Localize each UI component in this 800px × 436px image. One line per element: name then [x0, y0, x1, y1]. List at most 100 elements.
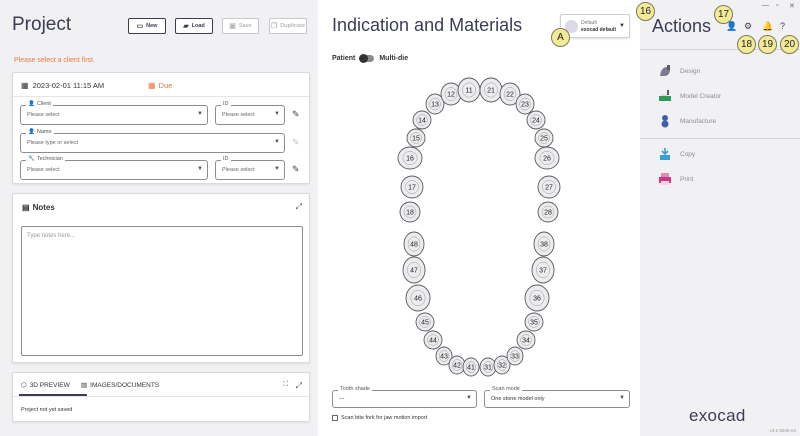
tooth-47[interactable]: 47: [402, 256, 426, 284]
tooth-44[interactable]: 44: [423, 330, 443, 350]
chevron-down-icon: ▼: [197, 111, 203, 117]
tooth-34[interactable]: 34: [516, 330, 536, 350]
tooth-41[interactable]: 41: [462, 357, 480, 377]
tooth-number: 11: [465, 88, 472, 95]
tooth-35[interactable]: 35: [524, 312, 544, 332]
edit-client-icon[interactable]: ✎: [292, 109, 300, 120]
tab-images-documents[interactable]: ▨ IMAGES/DOCUMENTS: [81, 381, 159, 390]
chevron-down-icon: ▼: [274, 111, 280, 117]
edit-name-icon[interactable]: ✎: [292, 137, 300, 148]
duplicate-button[interactable]: ❐ Duplicate: [269, 18, 307, 34]
tooth-46[interactable]: 46: [405, 284, 431, 312]
minimize-icon[interactable]: —: [762, 2, 769, 9]
gear-icon[interactable]: ⚙: [744, 21, 752, 32]
project-title: Project: [12, 14, 72, 35]
tooth-shade-select[interactable]: Tooth shade --- ▼: [332, 386, 477, 408]
manufacture-button[interactable]: Manufacture: [658, 114, 716, 128]
bite-fork-checkbox[interactable]: [332, 415, 338, 421]
patient-multidie-toggle[interactable]: [359, 54, 375, 63]
model-creator-button[interactable]: Model Creator: [658, 89, 721, 103]
duplicate-icon: ❐: [270, 23, 278, 30]
tooth-number: 21: [487, 88, 495, 95]
client-warning: Please select a client first.: [14, 57, 95, 64]
bite-fork-label: Scan bite fork for jaw motion import: [341, 415, 428, 421]
material-preset-select[interactable]: Default exocad default ▼: [560, 14, 630, 38]
calendar-icon: ▦: [21, 81, 29, 90]
name-select[interactable]: 👤 Name Please type or select ▼: [20, 129, 285, 153]
tooth-number: 45: [421, 320, 429, 327]
tooth-number: 23: [521, 102, 529, 109]
multi-die-label: Multi-die: [379, 55, 409, 62]
edit-technician-icon[interactable]: ✎: [292, 164, 300, 175]
tooth-48[interactable]: 48: [403, 231, 425, 257]
chevron-down-icon: ▼: [274, 166, 280, 172]
client-id-select[interactable]: ID Please select ▼: [215, 101, 285, 125]
indication-panel: Indication and Materials Default exocad …: [318, 0, 640, 436]
client-select[interactable]: 👤 Client Please select ▼: [20, 101, 208, 125]
tooth-18[interactable]: 18: [399, 201, 421, 223]
tooth-number: 37: [539, 268, 547, 275]
tooth-31[interactable]: 31: [479, 357, 497, 377]
tooth-14[interactable]: 14: [412, 110, 432, 130]
new-button[interactable]: ▭ New: [128, 18, 166, 34]
due-date-button[interactable]: ▦ Due: [148, 81, 172, 90]
technician-id-select[interactable]: ID Please select ▼: [215, 156, 285, 180]
design-button[interactable]: Design: [658, 64, 700, 78]
tooth-number: 14: [418, 118, 426, 125]
folder-icon: ▰: [183, 23, 189, 30]
tooth-number: 33: [511, 354, 519, 361]
callout-17: 17: [714, 5, 733, 24]
tooth-36[interactable]: 36: [524, 284, 550, 312]
technician-select[interactable]: 🔧 Technician Please select ▼: [20, 156, 208, 180]
tooth-45[interactable]: 45: [415, 312, 435, 332]
tooth-37[interactable]: 37: [531, 256, 555, 284]
tooth-12[interactable]: 12: [440, 82, 462, 106]
date-field[interactable]: ▦ 2023-02-01 11:15 AM: [21, 81, 104, 90]
expand-notes-icon[interactable]: ⤢: [296, 202, 302, 212]
tooth-28[interactable]: 28: [537, 201, 559, 223]
divider: [13, 396, 309, 397]
chevron-down-icon: ▼: [619, 395, 625, 401]
tooth-21[interactable]: 21: [479, 77, 503, 103]
tooth-24[interactable]: 24: [526, 110, 546, 130]
save-button[interactable]: ▣ Save: [222, 18, 259, 34]
copy-icon: [658, 147, 672, 161]
chevron-down-icon: ▼: [274, 139, 280, 145]
bell-icon[interactable]: 🔔: [762, 21, 773, 32]
preview-status: Project not yet saved: [21, 407, 73, 413]
tooth-23[interactable]: 23: [515, 93, 535, 115]
help-icon[interactable]: ?: [780, 21, 785, 31]
tooth-17[interactable]: 17: [400, 175, 424, 199]
chevron-down-icon: ▼: [197, 166, 203, 172]
load-button[interactable]: ▰ Load: [175, 18, 213, 34]
copy-button[interactable]: Copy: [658, 147, 695, 161]
tooth-11[interactable]: 11: [457, 77, 481, 103]
tooth-number: 36: [533, 296, 541, 303]
tooth-number: 32: [498, 363, 506, 370]
callout-16: 16: [636, 2, 655, 21]
tooth-number: 34: [522, 338, 530, 345]
tooth-number: 41: [467, 365, 475, 372]
tooth-number: 47: [410, 268, 418, 275]
tooth-33[interactable]: 33: [506, 346, 524, 366]
fullscreen-icon[interactable]: ⛶: [283, 381, 288, 389]
print-button[interactable]: Print: [658, 172, 693, 186]
notes-textarea[interactable]: Type notes here...: [21, 226, 303, 356]
tooth-number: 43: [440, 354, 448, 361]
expand-preview-icon[interactable]: ⤢: [296, 381, 302, 391]
tooth-16[interactable]: 16: [397, 146, 423, 170]
tooth-38[interactable]: 38: [533, 231, 555, 257]
callout-20: 20: [780, 35, 799, 54]
tooth-chart[interactable]: 18 17 16 15 14 13 12 11 21 22 23 24 25 26 27 28 48 47 46 45…: [318, 70, 640, 380]
tooth-27[interactable]: 27: [537, 175, 561, 199]
tooth-42[interactable]: 42: [448, 355, 466, 375]
person-icon: 👤: [28, 129, 35, 135]
maximize-icon[interactable]: ▫: [776, 2, 778, 9]
wrench-icon: 🔧: [28, 156, 35, 162]
tooth-15[interactable]: 15: [406, 128, 426, 148]
close-icon[interactable]: ✕: [789, 2, 795, 10]
tooth-26[interactable]: 26: [534, 146, 560, 170]
scan-mode-select[interactable]: Scan mode One stone model only ▼: [484, 386, 630, 408]
tab-3d-preview[interactable]: ⬡ 3D PREVIEW: [21, 381, 70, 390]
tooth-25[interactable]: 25: [534, 128, 554, 148]
